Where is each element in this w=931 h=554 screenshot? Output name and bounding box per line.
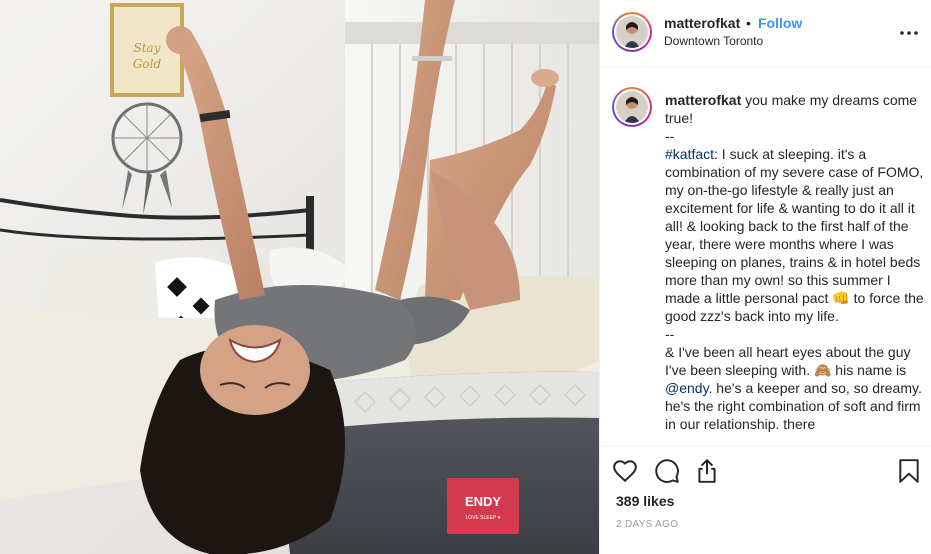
post-caption: matterofkat you make my dreams come true… xyxy=(665,91,927,433)
comments-section[interactable]: matterofkat you make my dreams come true… xyxy=(600,69,931,445)
caption-separator-2: -- xyxy=(665,326,675,342)
likes-count[interactable]: 389 likes xyxy=(616,493,674,509)
post-location[interactable]: Downtown Toronto xyxy=(664,34,763,48)
endy-label-tag: LOVE SLEEP ♥ xyxy=(465,515,500,521)
share-icon[interactable] xyxy=(694,458,722,486)
bookmark-icon[interactable] xyxy=(896,458,924,486)
header-username[interactable]: matterofkat xyxy=(664,15,740,31)
post-header: matterofkat • Follow Downtown Toronto xyxy=(600,0,931,68)
more-icon[interactable] xyxy=(900,24,918,35)
comment-icon[interactable] xyxy=(654,458,682,486)
action-bar xyxy=(612,458,922,486)
caption-avatar-photo xyxy=(616,91,648,123)
caption-separator-1: -- xyxy=(665,128,675,144)
caption-username[interactable]: matterofkat xyxy=(665,92,741,108)
post-panel: matterofkat • Follow Downtown Toronto ma… xyxy=(599,0,931,554)
caption-avatar[interactable] xyxy=(612,87,652,127)
caption-hashtag[interactable]: #katfact xyxy=(665,146,714,162)
post-timestamp[interactable]: 2 DAYS AGO xyxy=(616,519,678,530)
post-image: Stay Gold ENDY LOVE SLEEP ♥ xyxy=(0,0,599,554)
more-icon-glyph xyxy=(900,31,918,35)
header-separator: • xyxy=(746,15,751,31)
post-footer: 389 likes 2 DAYS AGO xyxy=(600,446,931,554)
avatar[interactable] xyxy=(612,12,652,52)
post-photo[interactable]: Stay Gold ENDY LOVE SLEEP ♥ xyxy=(0,0,599,554)
caption-mention[interactable]: @endy xyxy=(665,380,709,396)
caption-paragraph-1: : I suck at sleeping. it's a combination… xyxy=(665,146,924,324)
endy-label-brand: ENDY xyxy=(465,494,501,509)
caption-paragraph-2a: & I've been all heart eyes about the guy… xyxy=(665,344,911,378)
avatar-photo xyxy=(616,16,648,48)
svg-text:Gold: Gold xyxy=(133,57,162,71)
follow-button[interactable]: Follow xyxy=(758,15,802,31)
heart-icon[interactable] xyxy=(612,458,640,486)
svg-text:Stay: Stay xyxy=(134,41,161,55)
